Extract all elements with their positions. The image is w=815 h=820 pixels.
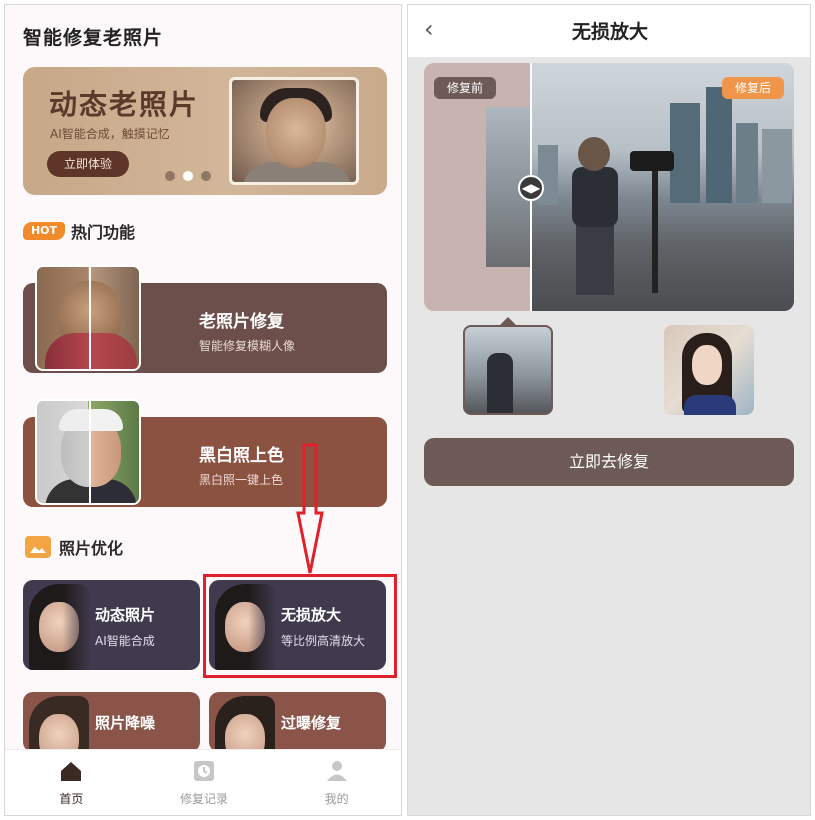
selected-pointer	[500, 317, 516, 325]
sample-photo-boy[interactable]	[463, 325, 553, 415]
card-subtitle: 黑白照一键上色	[199, 473, 284, 487]
overexposure-thumb	[209, 692, 275, 752]
card-subtitle: 智能修复模糊人像	[199, 339, 296, 353]
overexposure-tile[interactable]: 过曝修复	[209, 692, 386, 752]
home-screen: 智能修复老照片 动态老照片 AI智能合成，触摸记忆 立即体验 HOT 热门功能	[4, 4, 402, 816]
tab-profile[interactable]: 我的	[270, 750, 401, 815]
upscale-screen: ‹ 无损放大 ◀▶ 修复前 修复后 立即去修复	[407, 4, 811, 816]
card-title: 黑白照上色	[199, 446, 284, 466]
start-repair-button[interactable]: 立即去修复	[424, 438, 794, 486]
page-title: 无损放大	[571, 21, 648, 43]
tile-subtitle: AI智能合成	[95, 634, 155, 648]
composite-screenshot: 智能修复老照片 动态老照片 AI智能合成，触摸记忆 立即体验 HOT 热门功能	[0, 0, 815, 820]
banner-title: 动态老照片	[49, 88, 200, 121]
tab-label: 修复记录	[180, 792, 229, 806]
tab-history[interactable]: 修复记录	[138, 750, 271, 815]
card-title: 老照片修复	[199, 312, 284, 332]
tile-title: 动态照片	[95, 606, 156, 624]
app-title: 智能修复老照片	[23, 27, 164, 49]
drag-handle-icon[interactable]: ◀▶	[518, 175, 544, 201]
dynamic-photo-thumb	[23, 580, 89, 670]
tile-title: 过曝修复	[281, 714, 342, 732]
banner-try-button[interactable]: 立即体验	[47, 151, 129, 177]
before-label: 修复前	[434, 77, 496, 99]
tab-label: 首页	[59, 792, 84, 806]
nav-bar: ‹ 无损放大	[408, 5, 810, 57]
highlight-box	[203, 574, 397, 678]
tab-bar: 首页 修复记录 我的	[5, 749, 401, 815]
carousel-dots	[165, 171, 211, 181]
carousel-dot[interactable]	[165, 171, 175, 181]
tile-title: 照片降噪	[95, 714, 156, 732]
hot-section-header: HOT 热门功能	[23, 219, 135, 243]
banner[interactable]: 动态老照片 AI智能合成，触摸记忆 立即体验	[23, 67, 387, 195]
denoise-tile[interactable]: 照片降噪	[23, 692, 200, 752]
annotation-arrow	[296, 443, 324, 574]
tab-label: 我的	[324, 792, 349, 806]
tab-home[interactable]: 首页	[5, 750, 138, 815]
denoise-thumb	[23, 692, 89, 752]
before-after-compare[interactable]: ◀▶ 修复前 修复后	[424, 63, 794, 311]
old-photo-repair-thumb	[35, 265, 141, 371]
carousel-dot-active[interactable]	[183, 171, 193, 181]
optimize-section-header: 照片优化	[25, 535, 123, 559]
hot-badge: HOT	[23, 222, 65, 240]
after-image	[530, 63, 794, 311]
banner-old-photo	[229, 77, 359, 185]
colorize-card[interactable]: 黑白照上色 黑白照一键上色	[23, 399, 387, 507]
photo-icon	[25, 536, 51, 558]
colorize-thumb	[35, 399, 141, 505]
old-photo-repair-card[interactable]: 老照片修复 智能修复模糊人像	[23, 265, 387, 373]
carousel-dot[interactable]	[201, 171, 211, 181]
user-icon	[326, 761, 347, 781]
clock-icon	[194, 761, 214, 781]
dynamic-photo-tile[interactable]: 动态照片 AI智能合成	[23, 580, 200, 670]
camera-figure	[630, 151, 674, 171]
hot-section-title: 热门功能	[71, 223, 136, 242]
banner-subtitle: AI智能合成，触摸记忆	[50, 127, 170, 141]
optimize-section-title: 照片优化	[59, 539, 124, 558]
sample-photo-girl[interactable]	[664, 325, 754, 415]
boy-figure	[560, 137, 630, 297]
after-label: 修复后	[722, 77, 784, 99]
home-icon	[61, 762, 82, 781]
